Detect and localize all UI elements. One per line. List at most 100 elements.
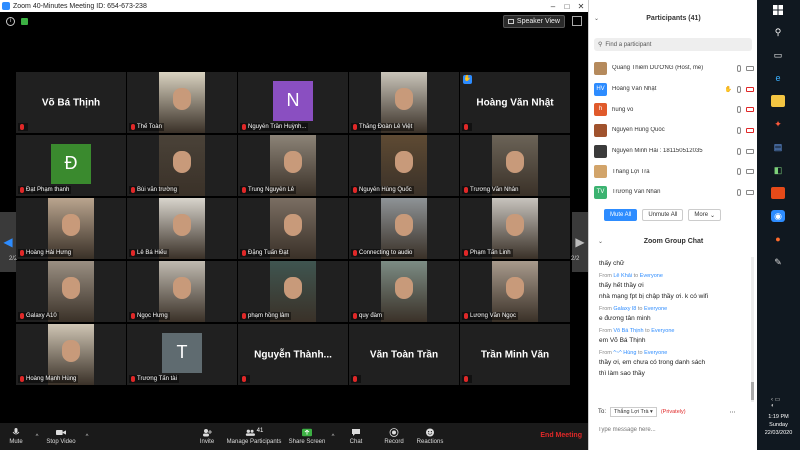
document-icon[interactable]: ▤ (771, 141, 785, 153)
participant-tile[interactable]: Hoàng Văn Nhật ✋ (460, 72, 570, 133)
task-view-icon[interactable]: ▭ (771, 49, 785, 61)
participant-row[interactable]: HV Hoàng Văn Nhật ✋ (594, 79, 754, 100)
paint-icon[interactable]: ✎ (771, 256, 785, 268)
participant-row[interactable]: TV Trương Văn Nhân (594, 182, 754, 203)
participant-row[interactable]: Quang Thiêm DƯƠNG (Host, me) (594, 58, 754, 79)
video-camera-icon[interactable] (746, 148, 754, 154)
participant-tile[interactable]: Lương Văn Ngọc (460, 261, 570, 322)
microphone-icon[interactable] (737, 85, 741, 93)
share-options-caret[interactable]: ^ (328, 423, 338, 450)
participant-tile[interactable]: T Trương Tấn tài (127, 324, 237, 385)
participant-tile[interactable]: Nguyễn Hùng Quốc (349, 135, 459, 196)
fullscreen-icon[interactable] (572, 16, 582, 26)
video-camera-icon[interactable] (746, 107, 754, 113)
video-camera-icon[interactable] (746, 189, 754, 195)
participant-row[interactable]: h hung vo (594, 99, 754, 120)
participant-name-label: Đặng Tuấn Đạt (240, 249, 291, 257)
participant-tile[interactable]: Hoàng Mạnh Hùng (16, 324, 126, 385)
participant-tile[interactable]: Connecting to audio (349, 198, 459, 259)
video-camera-icon[interactable] (746, 127, 754, 133)
chat-scrollbar[interactable] (751, 257, 754, 402)
participant-tile[interactable]: Phạm Tấn Linh (460, 198, 570, 259)
more-button[interactable]: More ⌄ (688, 209, 722, 221)
stop-video-button[interactable]: Stop Video (42, 423, 80, 450)
audio-options-caret[interactable]: ^ (32, 423, 42, 450)
system-tray-icons[interactable]: ‹ ▭ ◐ (771, 396, 785, 409)
chat-scroll-thumb[interactable] (751, 382, 754, 400)
manage-participants-button[interactable]: 41 Manage Participants (222, 423, 286, 450)
app-icon[interactable]: ✦ (771, 118, 785, 130)
microphone-icon[interactable] (737, 64, 741, 72)
chat-button[interactable]: Chat (338, 423, 374, 450)
participant-tile[interactable]: Ngọc Hưng (127, 261, 237, 322)
participant-tile[interactable]: N Nguyễn Trần Huỳnh... (238, 72, 348, 133)
participant-tile[interactable]: phạm hồng lâm (238, 261, 348, 322)
participant-face (506, 214, 524, 236)
invite-button[interactable]: Invite (192, 423, 222, 450)
participant-tile[interactable]: quy đàm (349, 261, 459, 322)
participant-row[interactable]: Nguyễn Hùng Quốc (594, 120, 754, 141)
minimize-icon[interactable]: – (546, 2, 560, 11)
file-explorer-icon[interactable] (771, 95, 785, 107)
mute-all-button[interactable]: Mute All (604, 209, 638, 221)
mute-button[interactable]: Mute (0, 423, 32, 450)
participant-tile[interactable]: Hoàng Hải Hưng (16, 198, 126, 259)
participant-row[interactable]: Nguyễn Minh Hải : 181150512035 (594, 141, 754, 162)
meeting-info-icon[interactable]: i (6, 16, 15, 26)
participant-tile[interactable]: Thắng Đoàn Lê Việt (349, 72, 459, 133)
microphone-icon[interactable] (737, 188, 741, 196)
muted-mic-icon (353, 313, 357, 319)
video-camera-icon[interactable] (746, 65, 754, 71)
participant-row[interactable]: Thắng Lợi Trà (594, 161, 754, 182)
participant-search-input[interactable]: ⚲ Find a participant (594, 38, 752, 51)
participant-tile[interactable]: Lê Bá Hiếu (127, 198, 237, 259)
system-clock[interactable]: 1:19 PM Sunday 22/03/2020 (757, 413, 800, 437)
app-icon[interactable]: ● (771, 233, 785, 245)
participant-tile[interactable]: Nguyễn Thành... (238, 324, 348, 385)
edge-browser-icon[interactable]: e (771, 72, 785, 84)
participant-tile[interactable]: Trần Minh Văn (460, 324, 570, 385)
muted-mic-icon (20, 313, 24, 319)
video-camera-icon[interactable] (746, 169, 754, 175)
app-icon[interactable]: ◧ (771, 164, 785, 176)
zoom-app-icon[interactable]: ◉ (771, 210, 785, 222)
close-icon[interactable]: ✕ (574, 2, 588, 11)
participant-tile[interactable]: Trương Văn Nhân (460, 135, 570, 196)
end-meeting-button[interactable]: End Meeting (540, 432, 582, 439)
windows-start-icon[interactable] (771, 4, 785, 16)
encryption-lock-icon[interactable] (21, 17, 28, 25)
microphone-icon[interactable] (737, 147, 741, 155)
maximize-icon[interactable]: □ (560, 2, 574, 11)
video-camera-icon (56, 430, 66, 435)
recipient-value: Thắng Lợi Trà (614, 409, 649, 415)
participant-tile[interactable]: Bùi văn trường (127, 135, 237, 196)
participant-tile[interactable]: Trung Nguyễn Lê (238, 135, 348, 196)
participant-tile[interactable]: Galaxy A10 (16, 261, 126, 322)
speaker-view-button[interactable]: Speaker View (502, 15, 565, 28)
unmute-all-button[interactable]: Unmute All (642, 209, 684, 221)
participant-tile[interactable]: Thế Toàn (127, 72, 237, 133)
microphone-icon[interactable] (737, 126, 741, 134)
participant-tile[interactable]: Văn Toàn Trần (349, 324, 459, 385)
participant-tile[interactable]: Võ Bá Thịnh (16, 72, 126, 133)
share-screen-button[interactable]: Share Screen (286, 423, 328, 450)
chat-more-icon[interactable]: ⋯ (730, 409, 736, 416)
search-icon[interactable]: ⚲ (771, 26, 785, 38)
microphone-icon[interactable] (737, 168, 741, 176)
chat-message-input[interactable] (598, 424, 748, 436)
participant-name-label: Thắng Đoàn Lê Việt (351, 123, 415, 131)
prev-page-button[interactable]: ◀ (0, 212, 16, 272)
muted-mic-icon (464, 124, 468, 130)
chat-messages: thấy chữ From Lê Khải to Everyone thấy hết… (599, 257, 749, 402)
recipient-select[interactable]: Thắng Lợi Trà ▾ (610, 407, 657, 417)
next-page-button[interactable]: ▶ (572, 212, 588, 272)
participant-tile[interactable]: Đ Đạt Phạm thanh (16, 135, 126, 196)
participant-tile[interactable]: Đặng Tuấn Đạt (238, 198, 348, 259)
reactions-button[interactable]: Reactions (414, 423, 446, 450)
record-button[interactable]: Record (374, 423, 414, 450)
muted-mic-icon (131, 376, 135, 382)
microphone-icon[interactable] (737, 106, 741, 114)
video-camera-icon[interactable] (746, 86, 754, 92)
office-icon[interactable] (771, 187, 785, 199)
video-options-caret[interactable]: ^ (80, 423, 94, 450)
